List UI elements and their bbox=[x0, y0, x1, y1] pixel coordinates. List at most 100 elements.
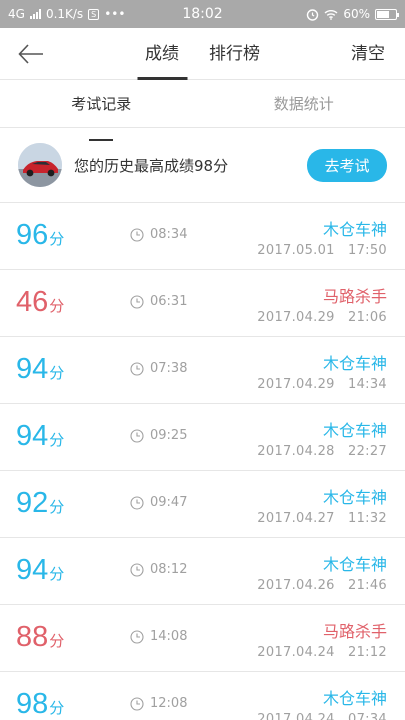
clock-icon bbox=[130, 495, 144, 510]
subtab-statistics[interactable]: 数据统计 bbox=[203, 80, 405, 127]
duration: 08:34 bbox=[130, 227, 187, 242]
network-type: 4G bbox=[8, 7, 25, 21]
back-arrow-icon bbox=[18, 44, 43, 64]
clock-icon bbox=[130, 562, 144, 577]
duration: 12:08 bbox=[130, 696, 187, 711]
score: 92 分 bbox=[16, 487, 64, 520]
score: 94 分 bbox=[16, 353, 64, 386]
alarm-icon bbox=[307, 8, 319, 21]
clock-icon bbox=[130, 428, 144, 443]
duration-text: 09:47 bbox=[150, 495, 188, 510]
battery-icon bbox=[375, 8, 399, 20]
subtab-exam-records[interactable]: 考试记录 bbox=[0, 80, 203, 141]
score-value: 94 bbox=[16, 554, 49, 586]
duration: 06:31 bbox=[130, 294, 187, 309]
car-avatar-image bbox=[18, 143, 62, 187]
score: 96 分 bbox=[16, 219, 64, 252]
record-date: 2017.04.26 21:46 bbox=[257, 578, 387, 593]
duration-text: 08:34 bbox=[150, 227, 188, 242]
score-value: 94 bbox=[16, 420, 49, 452]
back-button[interactable] bbox=[18, 40, 48, 68]
notification-box-icon: S bbox=[88, 8, 100, 20]
duration: 07:38 bbox=[130, 361, 187, 376]
score: 94 分 bbox=[16, 554, 64, 587]
duration-text: 08:12 bbox=[150, 562, 188, 577]
record-date: 2017.04.24 07:34 bbox=[257, 712, 387, 720]
score-unit: 分 bbox=[49, 498, 65, 516]
record-row[interactable]: 94 分 08:12 木仓车神 2017.04.26 21:46 bbox=[0, 538, 405, 605]
score-value: 88 bbox=[16, 621, 49, 653]
status-right: 60% bbox=[306, 7, 399, 21]
record-title: 木仓车神 bbox=[322, 555, 387, 574]
exam-records-list: 96 分 08:34 木仓车神 2017.05.01 17:50 46 分 06:3… bbox=[0, 203, 405, 720]
score-value: 94 bbox=[16, 353, 49, 385]
avatar bbox=[18, 143, 62, 187]
score-unit: 分 bbox=[49, 565, 65, 583]
tab-leaderboard[interactable]: 排行榜 bbox=[209, 28, 260, 80]
record-date: 2017.04.24 21:12 bbox=[257, 645, 387, 660]
wifi-icon bbox=[324, 9, 338, 20]
clock-icon bbox=[130, 361, 144, 376]
duration-text: 07:38 bbox=[150, 361, 188, 376]
status-time: 18:02 bbox=[182, 6, 223, 22]
take-exam-button[interactable]: 去考试 bbox=[307, 148, 387, 182]
score-unit: 分 bbox=[49, 699, 65, 717]
score: 88 分 bbox=[16, 621, 64, 654]
subtab-exam-records-label: 考试记录 bbox=[71, 80, 131, 141]
duration: 14:08 bbox=[130, 629, 187, 644]
record-row[interactable]: 98 分 12:08 木仓车神 2017.04.24 07:34 bbox=[0, 672, 405, 720]
record-title: 木仓车神 bbox=[322, 421, 387, 440]
score: 98 分 bbox=[16, 688, 64, 720]
record-date: 2017.05.01 17:50 bbox=[257, 243, 387, 258]
score-value: 92 bbox=[16, 487, 49, 519]
duration-text: 12:08 bbox=[150, 696, 188, 711]
tab-scores[interactable]: 成绩 bbox=[137, 28, 187, 80]
record-title: 木仓车神 bbox=[322, 488, 387, 507]
duration: 09:25 bbox=[130, 428, 187, 443]
record-row[interactable]: 46 分 06:31 马路杀手 2017.04.29 21:06 bbox=[0, 270, 405, 337]
duration-text: 09:25 bbox=[150, 428, 188, 443]
record-title: 木仓车神 bbox=[322, 354, 387, 373]
record-date: 2017.04.27 11:32 bbox=[257, 511, 387, 526]
record-row[interactable]: 94 分 07:38 木仓车神 2017.04.29 14:34 bbox=[0, 337, 405, 404]
score-value: 96 bbox=[16, 219, 49, 251]
record-date: 2017.04.29 21:06 bbox=[257, 310, 387, 325]
score-unit: 分 bbox=[49, 632, 65, 650]
record-row[interactable]: 92 分 09:47 木仓车神 2017.04.27 11:32 bbox=[0, 471, 405, 538]
score-unit: 分 bbox=[49, 230, 65, 248]
record-row[interactable]: 96 分 08:34 木仓车神 2017.05.01 17:50 bbox=[0, 203, 405, 270]
duration-text: 14:08 bbox=[150, 629, 188, 644]
score-value: 98 bbox=[16, 688, 49, 720]
score: 94 分 bbox=[16, 420, 64, 453]
record-row[interactable]: 88 分 14:08 马路杀手 2017.04.24 21:12 bbox=[0, 605, 405, 672]
clock-icon bbox=[130, 227, 144, 242]
clear-button[interactable]: 清空 bbox=[351, 28, 385, 80]
score-unit: 分 bbox=[49, 364, 65, 382]
best-score-text: 您的历史最高成绩98分 bbox=[74, 156, 229, 175]
duration: 08:12 bbox=[130, 562, 187, 577]
network-speed: 0.1K/s bbox=[45, 7, 84, 21]
record-date: 2017.04.29 14:34 bbox=[257, 377, 387, 392]
header-tabs: 成绩 排行榜 bbox=[137, 28, 260, 80]
duration-text: 06:31 bbox=[150, 294, 188, 309]
record-title: 木仓车神 bbox=[322, 689, 387, 708]
sub-tabs: 考试记录 数据统计 bbox=[0, 80, 405, 141]
clock-icon bbox=[130, 696, 144, 711]
record-title: 马路杀手 bbox=[322, 287, 387, 306]
subtab-statistics-label: 数据统计 bbox=[273, 95, 334, 113]
more-dots: ••• bbox=[104, 7, 126, 21]
status-left: 4G 0.1K/s S ••• bbox=[8, 7, 125, 21]
clock-icon bbox=[130, 294, 144, 309]
top-header: 成绩 排行榜 清空 bbox=[0, 28, 405, 80]
score-value: 46 bbox=[16, 286, 49, 318]
score: 46 分 bbox=[16, 286, 64, 319]
record-title: 木仓车神 bbox=[322, 220, 387, 239]
status-bar: 4G 0.1K/s S ••• 18:02 60% bbox=[0, 0, 405, 28]
score-unit: 分 bbox=[49, 297, 65, 315]
battery-percent: 60% bbox=[343, 7, 370, 21]
record-date: 2017.04.28 22:27 bbox=[257, 444, 387, 459]
record-row[interactable]: 94 分 09:25 木仓车神 2017.04.28 22:27 bbox=[0, 404, 405, 471]
clock-icon bbox=[130, 629, 144, 644]
duration: 09:47 bbox=[130, 495, 187, 510]
signal-icon bbox=[29, 9, 41, 19]
